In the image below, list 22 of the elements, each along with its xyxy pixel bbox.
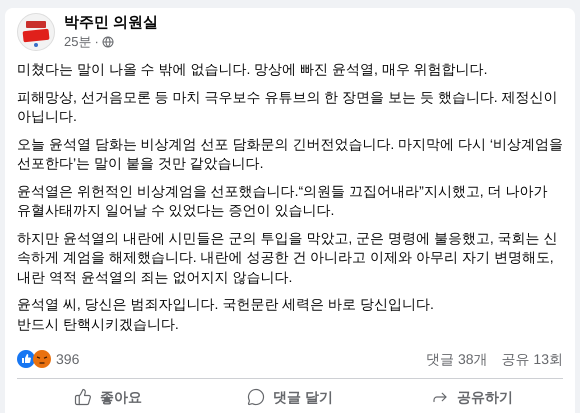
share-count[interactable]: 공유 13회 [502, 348, 563, 370]
comment-count[interactable]: 댓글 38개 [426, 348, 488, 370]
like-reaction-icon [17, 350, 35, 368]
action-button[interactable]: 공유하기 [381, 379, 563, 413]
post-text: 윤석열 씨, 당신은 범죄자입니다. 국헌문란 세력은 바로 당신입니다. [17, 295, 435, 314]
post-text: 윤석열은 위헌적인 비상계엄을 선포했습니다.“의원들 끄집어내라”지시했고, 더 나아가 유혈사태까지 일어날 수 있었다는 증언이 있습니다. [17, 182, 548, 220]
action-button[interactable]: 댓글 달기 [199, 379, 381, 413]
post-text: 하지만 윤석열의 내란에 시민들은 군의 투입을 막았고, 군은 명령에 불응했고, 국회는 신속하게 계엄을 해제했습니다. 내란에 성공한 건 아니라고 이제와 아무리 자기 변명해도, 내란 역적 윤석열의 죄는 없어지지 않습니다. [17, 228, 559, 286]
globe-icon [102, 36, 114, 48]
comment-icon [247, 388, 266, 406]
post-text: 오늘 윤석열 담화는 비상계엄 선포 담화문의 긴버전었습니다. 마지막에 다시 ‘비상계엄을 선포한다’는 말이 붙을 것만 같았습니다. [17, 134, 563, 173]
separator: · [94, 33, 99, 51]
action-button[interactable]: 좋아요 [17, 379, 199, 413]
post-time[interactable]: 25분 [64, 33, 92, 51]
post-text: 피해망상, 선거음모론 등 마치 극우보수 유튜브의 한 장면을 보는 듯 했습니다. 제정신이 아닙니다. [17, 88, 559, 126]
post-text: 미쳤다는 말이 나올 수 밖에 없습니다. 망상에 빠진 윤석열, 매우 위험합니다. [17, 60, 489, 79]
author-name[interactable]: 박주민 의원실 [64, 13, 158, 33]
reaction-count[interactable]: 396 [56, 348, 80, 370]
like-icon [74, 388, 92, 406]
angry-reaction-icon [33, 350, 51, 368]
post-text: 반드시 탄핵시키겠습니다. [17, 314, 180, 334]
avatar[interactable] [17, 13, 55, 51]
